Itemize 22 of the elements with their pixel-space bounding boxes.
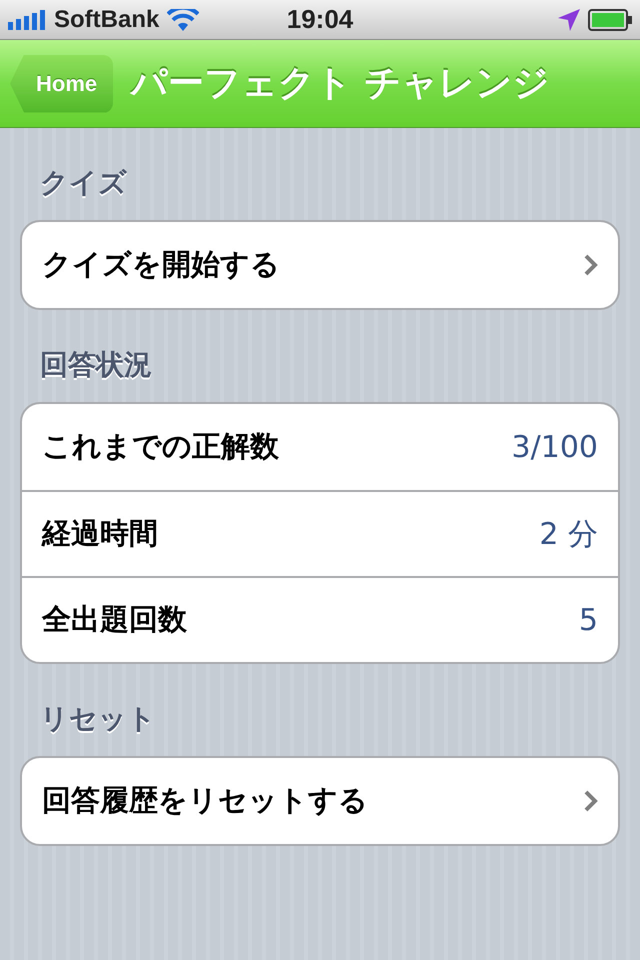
wifi-icon	[167, 8, 200, 30]
row-label: 回答履歴をリセットする	[42, 782, 368, 819]
section-header: クイズ	[39, 165, 128, 201]
signal-icon	[8, 10, 46, 30]
row-label: 経過時間	[42, 515, 158, 552]
carrier-name: SoftBank	[54, 6, 160, 34]
row-label: 全出題回数	[42, 601, 187, 638]
section-header: リセット	[39, 701, 157, 737]
chevron-icon	[584, 254, 598, 276]
clock-time: 19:04	[286, 4, 354, 35]
chevron-icon	[584, 790, 598, 812]
menu-row[interactable]: クイズを開始する	[22, 222, 618, 308]
menu-row[interactable]: 回答履歴をリセットする	[22, 758, 618, 844]
screen-title: パーフェクト チャレンジ	[131, 62, 550, 106]
battery-icon	[588, 8, 632, 30]
row-label: これまでの正解数	[42, 428, 279, 465]
row-value: 5	[578, 602, 598, 638]
row-value: 3/100	[512, 430, 598, 464]
row-label: クイズを開始する	[42, 246, 280, 283]
location-arrow-icon	[558, 8, 580, 30]
row-value: 2 分	[539, 516, 598, 554]
section-header: 回答状況	[39, 347, 153, 383]
